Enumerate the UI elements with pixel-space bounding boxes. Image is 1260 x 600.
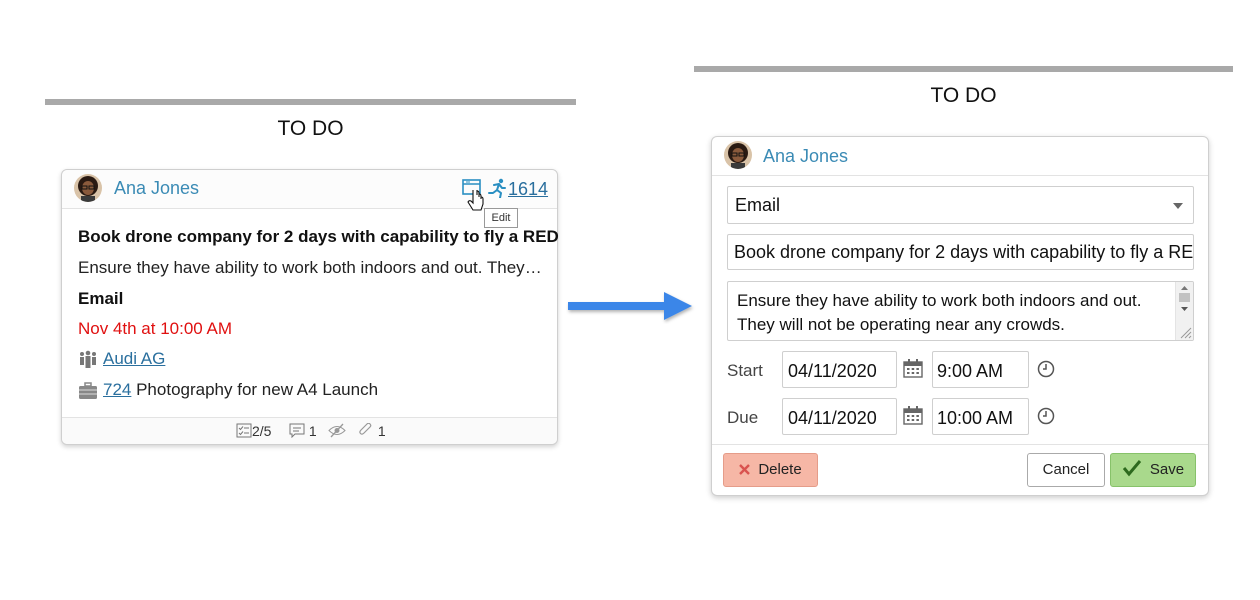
- start-date-value: 04/11/2020: [788, 361, 877, 381]
- project-name: Photography for new A4 Launch: [131, 380, 379, 399]
- task-editor: Ana Jones Email Book drone company for 2…: [711, 136, 1209, 496]
- column-title-right: TO DO: [930, 84, 997, 107]
- start-label: Start: [727, 361, 763, 380]
- description-line-1: Ensure they have ability to work both in…: [737, 291, 1142, 310]
- description-textarea[interactable]: Ensure they have ability to work both in…: [727, 281, 1194, 341]
- clock-icon[interactable]: [1037, 407, 1055, 430]
- calendar-icon[interactable]: [903, 406, 923, 430]
- column-title: TO DO: [277, 117, 344, 140]
- comments-value: 1: [308, 423, 317, 439]
- card-footer: 2/5 1 1: [62, 417, 557, 444]
- checklist-value: 2/5: [252, 423, 272, 439]
- running-person-icon: [488, 178, 508, 203]
- checklist-count[interactable]: 2/5: [236, 423, 271, 441]
- avatar: [724, 141, 752, 169]
- cancel-label: Cancel: [1042, 461, 1090, 478]
- clock-icon[interactable]: [1037, 360, 1055, 383]
- delete-button[interactable]: Delete: [723, 453, 818, 487]
- title-input-value: Book drone company for 2 days with capab…: [734, 242, 1194, 262]
- title-input[interactable]: Book drone company for 2 days with capab…: [727, 234, 1194, 270]
- checklist-icon: [236, 423, 252, 441]
- activity-type-select[interactable]: Email: [727, 186, 1194, 224]
- start-time-input[interactable]: 9:00 AM: [932, 351, 1029, 388]
- attachments-value: 1: [377, 423, 386, 439]
- cancel-button[interactable]: Cancel: [1027, 453, 1105, 487]
- paperclip-icon: [358, 422, 374, 441]
- people-icon: [78, 350, 98, 375]
- calendar-icon[interactable]: [903, 359, 923, 383]
- comment-icon: [289, 423, 305, 441]
- due-date-input[interactable]: 04/11/2020: [782, 398, 897, 435]
- card-description: Ensure they have ability to work both in…: [78, 258, 544, 277]
- project-id-link[interactable]: 724: [103, 380, 131, 399]
- watchers-toggle[interactable]: [328, 423, 346, 441]
- edit-tooltip: Edit: [484, 208, 518, 228]
- due-time-input[interactable]: 10:00 AM: [932, 398, 1029, 435]
- company-link[interactable]: Audi AG: [103, 349, 165, 369]
- column-header-bar: [45, 99, 576, 105]
- card-activity-type: Email: [78, 289, 124, 308]
- arrow-right-icon: [566, 288, 698, 329]
- card-title: Book drone company for 2 days with capab…: [78, 227, 559, 246]
- due-label: Due: [727, 408, 759, 427]
- owner-name[interactable]: Ana Jones: [763, 146, 848, 167]
- description-text: Ensure they have ability to work both in…: [737, 289, 1141, 337]
- cursor-pointer-icon: [467, 182, 485, 219]
- start-time-value: 9:00 AM: [937, 361, 1004, 381]
- close-icon: [739, 455, 751, 487]
- delete-label: Delete: [758, 461, 802, 478]
- description-line-2: They will not be operating near any crow…: [737, 315, 1065, 334]
- briefcase-icon: [78, 382, 98, 405]
- card-due-date: Nov 4th at 10:00 AM: [78, 319, 233, 338]
- save-label: Save: [1149, 461, 1185, 478]
- editor-header: Ana Jones: [712, 137, 1208, 176]
- due-date-value: 04/11/2020: [788, 408, 877, 428]
- due-time-value: 10:00 AM: [937, 408, 1014, 428]
- task-id-link[interactable]: 1614: [508, 179, 548, 200]
- comments-count[interactable]: 1: [289, 423, 317, 441]
- owner-name[interactable]: Ana Jones: [114, 178, 199, 199]
- start-date-input[interactable]: 04/11/2020: [782, 351, 897, 388]
- editor-footer-divider: [712, 444, 1208, 445]
- eye-slash-icon: [328, 423, 346, 441]
- save-button[interactable]: Save: [1110, 453, 1196, 487]
- activity-type-value: Email: [735, 195, 781, 215]
- chevron-down-icon: [1173, 203, 1183, 209]
- column-header-bar-right: [694, 66, 1233, 72]
- attachments-count[interactable]: 1: [358, 422, 386, 441]
- textarea-scrollbar[interactable]: [1175, 282, 1193, 340]
- card-header: Ana Jones 1614: [62, 170, 557, 211]
- checkmark-icon: [1122, 457, 1142, 489]
- avatar: [74, 174, 102, 202]
